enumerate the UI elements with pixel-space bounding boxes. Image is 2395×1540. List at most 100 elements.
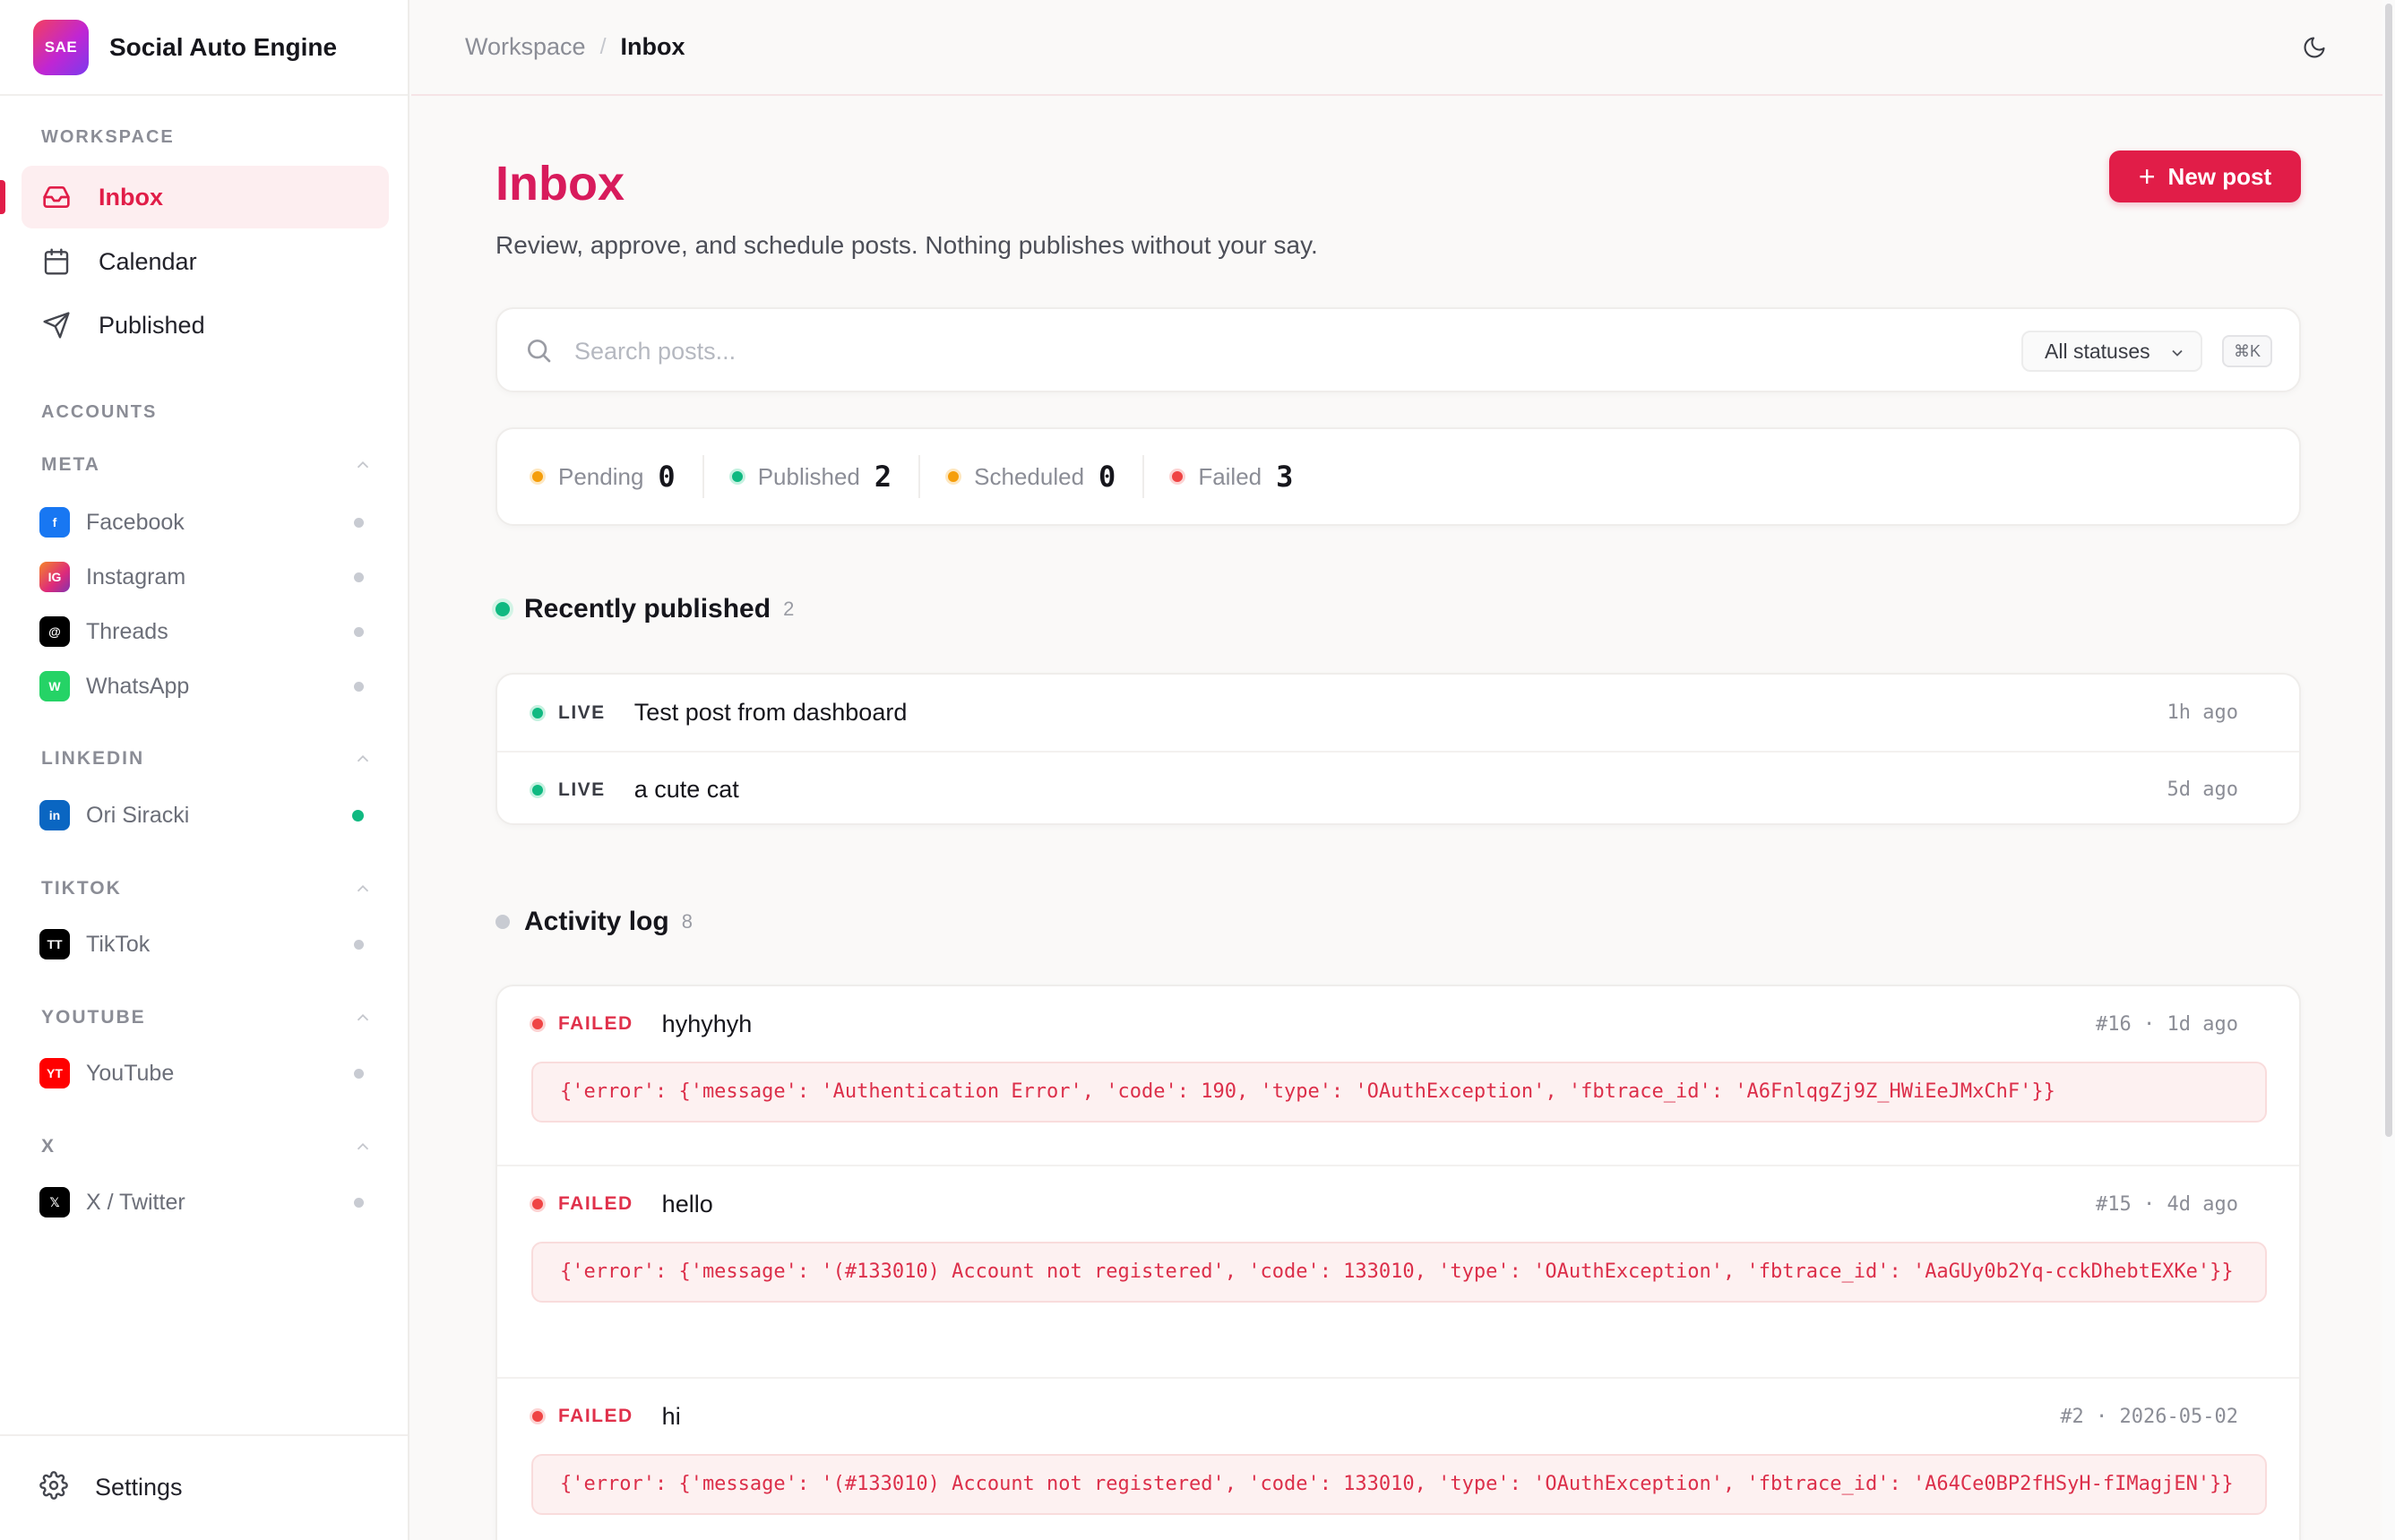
tiktok-icon: TT (39, 929, 70, 959)
linkedin-icon: in (39, 800, 70, 830)
post-meta: #15 · 4d ago (2096, 1192, 2238, 1216)
post-time: 5d ago (2167, 779, 2238, 801)
scheduled-dot-icon (945, 469, 962, 485)
new-post-label: New post (2167, 162, 2272, 190)
group-head-tiktok[interactable]: TIKTOK (41, 878, 373, 899)
account-name: YouTube (86, 1060, 175, 1086)
group-name: META (41, 454, 100, 475)
sidebar-item-inbox[interactable]: Inbox (22, 166, 389, 228)
calendar-icon (41, 246, 72, 277)
failed-dot-icon (530, 1016, 546, 1032)
account-whatsapp[interactable]: W WhatsApp (39, 663, 371, 710)
active-indicator (0, 180, 5, 214)
group-head-linkedin[interactable]: LINKEDIN (41, 748, 373, 770)
green-dot-icon (495, 602, 510, 616)
group-head-x[interactable]: X (41, 1136, 373, 1157)
stat-count: 3 (1276, 460, 1294, 494)
list-item: FAILED hyhyhyh #16 · 1d ago {'error': {'… (497, 986, 2299, 1123)
status-dot (354, 1197, 364, 1208)
activity-row-header[interactable]: FAILED hi #2 · 2026-05-02 (497, 1379, 2299, 1454)
account-tiktok[interactable]: TT TikTok (39, 921, 371, 968)
brand-name: Social Auto Engine (109, 32, 338, 61)
breadcrumb-workspace[interactable]: Workspace (465, 33, 586, 61)
stat-published[interactable]: Published 2 (728, 455, 921, 498)
sidebar-item-settings[interactable]: Settings (39, 1465, 183, 1510)
search-input[interactable] (574, 329, 1918, 374)
group-head-youtube[interactable]: YOUTUBE (41, 1007, 373, 1028)
section-title: Recently published (524, 594, 771, 624)
status-badge: LIVE (558, 779, 606, 800)
sidebar: SAE Social Auto Engine WORKSPACE Inbox C… (0, 0, 409, 1540)
account-youtube[interactable]: YT YouTube (39, 1050, 371, 1097)
list-item: FAILED hello #15 · 4d ago {'error': {'me… (497, 1165, 2299, 1303)
status-badge: FAILED (558, 1013, 633, 1034)
stat-count: 2 (874, 460, 892, 494)
list-item[interactable]: LIVE a cute cat 5d ago (497, 751, 2299, 827)
topbar: Workspace / Inbox (411, 0, 2382, 96)
group-name: TIKTOK (41, 878, 122, 899)
search-icon (524, 336, 555, 366)
status-dot-connected (352, 809, 364, 822)
stat-scheduled[interactable]: Scheduled 0 (945, 455, 1145, 498)
status-badge: FAILED (558, 1193, 633, 1214)
account-threads[interactable]: @ Threads (39, 608, 371, 655)
status-dot (354, 1068, 364, 1079)
page-scrollbar[interactable] (2382, 0, 2395, 1540)
account-instagram[interactable]: IG Instagram (39, 554, 371, 600)
sidebar-item-label: Published (99, 311, 205, 339)
status-dot (354, 681, 364, 692)
group-head-meta[interactable]: META (41, 454, 373, 476)
activity-row-header[interactable]: FAILED hello #15 · 4d ago (497, 1166, 2299, 1242)
failed-dot-icon (530, 1196, 546, 1212)
section-count: 8 (681, 910, 693, 933)
status-filter-select[interactable]: All statuses (2021, 331, 2202, 372)
scrollbar-thumb[interactable] (2385, 4, 2392, 1137)
error-message: {'error': {'message': '(#133010) Account… (531, 1454, 2267, 1515)
account-linkedin[interactable]: in Ori Siracki (39, 792, 371, 839)
theme-toggle-button[interactable] (2298, 32, 2330, 65)
status-dot (354, 626, 364, 637)
error-message: {'error': {'message': 'Authentication Er… (531, 1062, 2267, 1123)
stat-pending[interactable]: Pending 0 (530, 455, 704, 498)
search-bar: All statuses ⌘K (495, 307, 2301, 392)
status-filter-value: All statuses (2045, 339, 2150, 363)
new-post-button[interactable]: + New post (2109, 151, 2301, 202)
moon-icon (2302, 35, 2327, 63)
post-meta: #2 · 2026-05-02 (2060, 1405, 2238, 1428)
youtube-icon: YT (39, 1058, 70, 1088)
sidebar-item-calendar[interactable]: Calendar (22, 230, 389, 293)
brand-logo: SAE (33, 19, 89, 75)
recently-published-heading: Recently published 2 (495, 594, 794, 624)
activity-log-list: FAILED hyhyhyh #16 · 1d ago {'error': {'… (495, 985, 2301, 1540)
stat-label: Pending (558, 462, 644, 490)
post-title: a cute cat (633, 776, 739, 803)
x-icon: 𝕏 (39, 1187, 70, 1217)
chevron-up-icon (353, 1137, 373, 1157)
sidebar-item-published[interactable]: Published (22, 294, 389, 357)
post-title: hi (661, 1402, 681, 1430)
activity-log-heading: Activity log 8 (495, 907, 693, 937)
post-title: Test post from dashboard (633, 699, 908, 726)
list-item[interactable]: LIVE Test post from dashboard 1h ago (497, 675, 2299, 751)
activity-row-header[interactable]: FAILED hyhyhyh #16 · 1d ago (497, 986, 2299, 1062)
account-x-twitter[interactable]: 𝕏 X / Twitter (39, 1179, 371, 1226)
group-name: LINKEDIN (41, 748, 145, 769)
account-facebook[interactable]: f Facebook (39, 499, 371, 546)
chevron-down-icon (2168, 343, 2186, 361)
instagram-icon: IG (39, 562, 70, 592)
keyboard-shortcut-badge: ⌘K (2222, 335, 2272, 367)
page-subtitle: Review, approve, and schedule posts. Not… (495, 231, 1318, 259)
group-name: YOUTUBE (41, 1007, 146, 1028)
account-name: X / Twitter (86, 1189, 185, 1215)
brand[interactable]: SAE Social Auto Engine (0, 0, 408, 96)
page-title: Inbox (495, 157, 625, 211)
sidebar-footer: Settings (0, 1434, 408, 1540)
send-icon (41, 310, 72, 340)
status-badge: LIVE (558, 701, 606, 723)
whatsapp-icon: W (39, 671, 70, 701)
post-time: 1h ago (2167, 701, 2238, 724)
pending-dot-icon (530, 469, 546, 485)
accounts-section-title: ACCOUNTS (41, 402, 158, 422)
stat-failed[interactable]: Failed 3 (1169, 455, 1320, 498)
plus-icon: + (2138, 160, 2156, 193)
